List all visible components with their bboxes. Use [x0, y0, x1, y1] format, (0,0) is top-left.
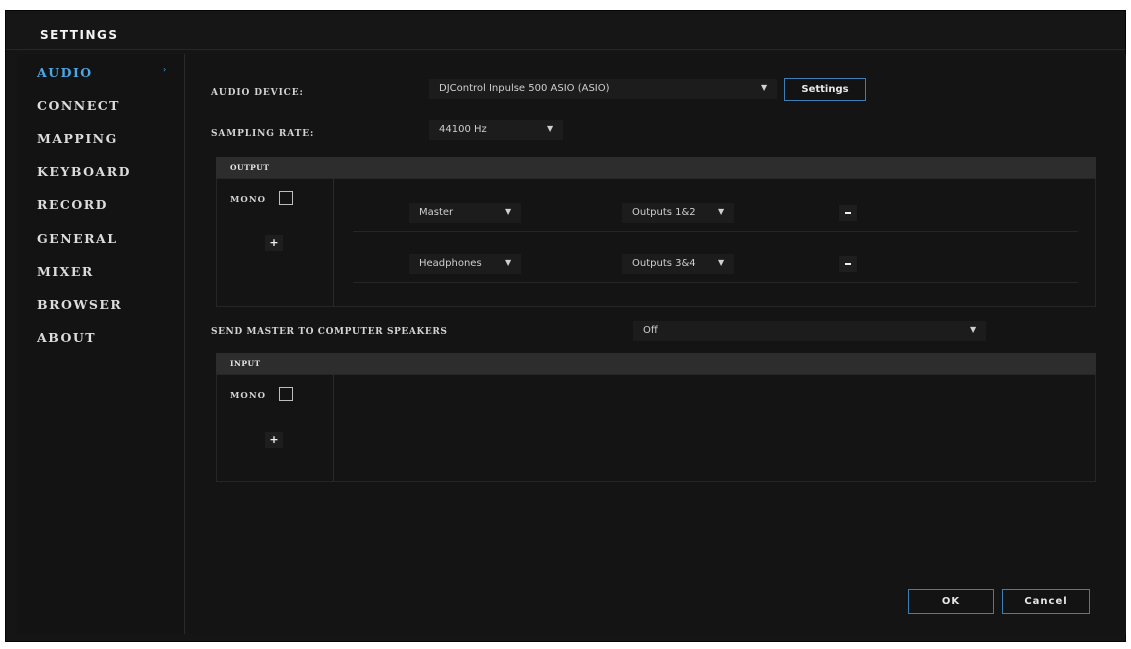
sidebar-item-mixer[interactable]: MIXER: [37, 261, 177, 283]
sidebar-item-label: CONNECT: [37, 98, 120, 113]
send-master-label: SEND MASTER TO COMPUTER SPEAKERS: [211, 327, 448, 337]
output-routing-dropdown[interactable]: Outputs 3&4 ▼: [622, 254, 734, 274]
input-panel-title: INPUT: [230, 359, 261, 368]
sidebar-item-general[interactable]: GENERAL: [37, 228, 177, 250]
sidebar-item-label: KEYBOARD: [37, 164, 131, 179]
sidebar-item-mapping[interactable]: MAPPING: [37, 128, 177, 150]
dropdown-arrow-icon: ▼: [761, 83, 768, 92]
title-bar: SETTINGS: [6, 11, 1125, 50]
audio-device-value: DJControl Inpulse 500 ASIO (ASIO): [439, 83, 610, 94]
panel-divider: [333, 375, 334, 481]
dropdown-arrow-icon: ▼: [547, 124, 554, 133]
device-settings-button[interactable]: Settings: [784, 78, 866, 101]
sampling-rate-value: 44100 Hz: [439, 124, 487, 135]
dropdown-arrow-icon: ▼: [505, 258, 512, 267]
sidebar: AUDIO › CONNECT MAPPING KEYBOARD RECORD …: [18, 54, 185, 634]
sidebar-item-label: BROWSER: [37, 297, 123, 312]
input-mono-label: MONO: [230, 391, 266, 401]
sidebar-item-label: GENERAL: [37, 231, 118, 246]
audio-device-label: AUDIO DEVICE:: [211, 88, 304, 98]
send-master-value: Off: [643, 325, 658, 336]
input-mono-checkbox[interactable]: [279, 387, 293, 401]
output-channel-value: Headphones: [419, 258, 482, 269]
sidebar-item-record[interactable]: RECORD: [37, 194, 177, 216]
output-panel-title: OUTPUT: [230, 163, 270, 172]
chevron-right-icon: ›: [163, 65, 167, 74]
window-title: SETTINGS: [40, 28, 119, 42]
output-routing-value: Outputs 1&2: [632, 207, 696, 218]
sidebar-item-label: MAPPING: [37, 131, 118, 146]
sidebar-item-browser[interactable]: BROWSER: [37, 294, 177, 316]
sampling-rate-label: SAMPLING RATE:: [211, 129, 315, 139]
row-divider: [353, 282, 1078, 283]
remove-output-button[interactable]: [839, 205, 857, 221]
output-panel: MONO + Master ▼ Outputs 1&2 ▼ Headphones…: [216, 178, 1096, 307]
add-output-button[interactable]: +: [265, 235, 283, 251]
input-panel: MONO +: [216, 374, 1096, 482]
sampling-rate-dropdown[interactable]: 44100 Hz ▼: [429, 120, 563, 140]
dropdown-arrow-icon: ▼: [718, 258, 725, 267]
audio-settings-panel: AUDIO DEVICE: DJControl Inpulse 500 ASIO…: [186, 54, 1126, 634]
output-mono-checkbox[interactable]: [279, 191, 293, 205]
add-input-button[interactable]: +: [265, 432, 283, 448]
output-channel-dropdown[interactable]: Master ▼: [409, 203, 521, 223]
sidebar-item-label: RECORD: [37, 197, 108, 212]
settings-window: SETTINGS AUDIO › CONNECT MAPPING KEYBOAR…: [5, 10, 1126, 642]
send-master-dropdown[interactable]: Off ▼: [633, 321, 986, 341]
ok-button[interactable]: OK: [908, 589, 994, 614]
output-routing-dropdown[interactable]: Outputs 1&2 ▼: [622, 203, 734, 223]
panel-divider: [333, 179, 334, 306]
sidebar-item-keyboard[interactable]: KEYBOARD: [37, 161, 177, 183]
output-channel-value: Master: [419, 207, 454, 218]
input-panel-header: INPUT: [216, 353, 1096, 374]
sidebar-item-connect[interactable]: CONNECT: [37, 95, 177, 117]
remove-output-button[interactable]: [839, 256, 857, 272]
dropdown-arrow-icon: ▼: [970, 325, 977, 334]
output-panel-header: OUTPUT: [216, 157, 1096, 178]
sidebar-item-label: MIXER: [37, 264, 94, 279]
sidebar-item-audio[interactable]: AUDIO ›: [37, 62, 177, 84]
sidebar-item-about[interactable]: ABOUT: [37, 327, 177, 349]
sidebar-item-label: AUDIO: [37, 65, 93, 80]
output-channel-dropdown[interactable]: Headphones ▼: [409, 254, 521, 274]
output-routing-value: Outputs 3&4: [632, 258, 696, 269]
dropdown-arrow-icon: ▼: [505, 207, 512, 216]
dropdown-arrow-icon: ▼: [718, 207, 725, 216]
row-divider: [353, 231, 1078, 232]
sidebar-item-label: ABOUT: [37, 330, 97, 345]
audio-device-dropdown[interactable]: DJControl Inpulse 500 ASIO (ASIO) ▼: [429, 79, 777, 99]
output-mono-label: MONO: [230, 195, 266, 205]
cancel-button[interactable]: Cancel: [1002, 589, 1090, 614]
